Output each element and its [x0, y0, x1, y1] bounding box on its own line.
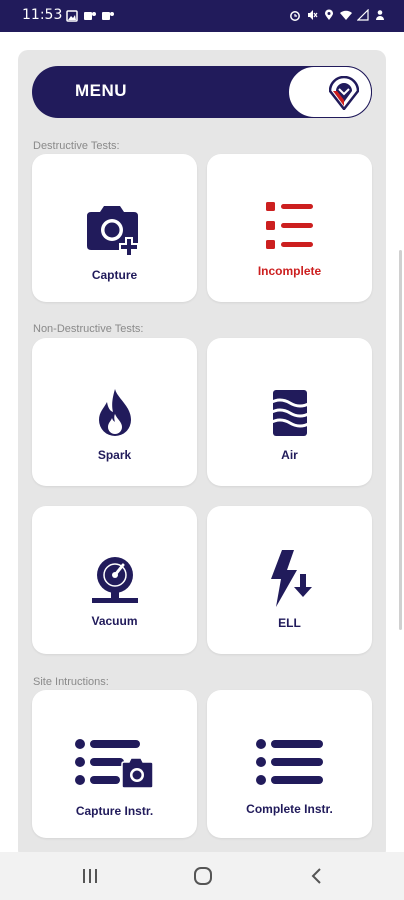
- tile-label-ell: ELL: [278, 616, 301, 630]
- section-label-non-destructive: Non-Destructive Tests:: [33, 323, 144, 335]
- location-icon: [325, 9, 333, 20]
- tile-label-incomplete: Incomplete: [257, 264, 322, 278]
- home-icon[interactable]: [191, 864, 215, 888]
- section-label-destructive: Destructive Tests:: [33, 140, 120, 152]
- nav-bar: [0, 852, 404, 900]
- scrollbar[interactable]: [399, 250, 402, 630]
- mute-icon: [308, 10, 318, 20]
- tile-label-spark: Spark: [97, 448, 132, 462]
- air-filter-icon: [269, 390, 310, 436]
- tile-spark[interactable]: Spark: [32, 338, 197, 486]
- tile-vacuum[interactable]: Vacuum: [32, 506, 197, 654]
- status-time: 11:53: [22, 7, 63, 23]
- tile-capture[interactable]: Capture: [32, 154, 197, 302]
- lightning-down-icon: [270, 550, 312, 607]
- tile-label-capture-instr: Capture Instr.: [75, 804, 154, 818]
- list-camera-icon: [74, 739, 154, 789]
- person-icon: [376, 10, 384, 20]
- shield-logo-icon: [329, 76, 359, 110]
- status-right-icons: [289, 9, 386, 21]
- flame-icon: [98, 389, 131, 436]
- tile-complete-instr[interactable]: Complete Instr.: [207, 690, 372, 838]
- logo-container[interactable]: [288, 66, 372, 118]
- tile-ell[interactable]: ELL: [207, 506, 372, 654]
- teams-icon: [102, 12, 114, 20]
- status-left-icons: [66, 10, 114, 22]
- status-bar: 11:53: [0, 0, 404, 32]
- signal-icon: [357, 9, 369, 21]
- alarm-icon: [290, 11, 300, 21]
- gauge-icon: [91, 557, 138, 603]
- tile-label-air: Air: [281, 448, 298, 462]
- list-icon: [265, 202, 313, 249]
- wifi-icon: [340, 10, 352, 20]
- main-panel: MENU Destructive Tests: Capture Incomple…: [18, 50, 386, 860]
- back-icon[interactable]: [305, 864, 329, 888]
- section-label-site: Site Intructions:: [33, 676, 109, 688]
- tile-capture-instr[interactable]: Capture Instr.: [32, 690, 197, 838]
- menu-title: MENU: [75, 81, 128, 100]
- tile-label-capture: Capture: [91, 268, 138, 282]
- tile-label-complete-instr: Complete Instr.: [246, 802, 333, 816]
- camera-plus-icon: [86, 206, 139, 257]
- tile-label-vacuum: Vacuum: [91, 614, 138, 628]
- image-icon: [66, 10, 78, 22]
- teams-icon: [84, 12, 96, 20]
- recent-apps-icon[interactable]: [78, 864, 102, 888]
- tile-air[interactable]: Air: [207, 338, 372, 486]
- tile-incomplete[interactable]: Incomplete: [207, 154, 372, 302]
- menu-bar: MENU: [32, 66, 372, 118]
- list-icon: [255, 739, 323, 785]
